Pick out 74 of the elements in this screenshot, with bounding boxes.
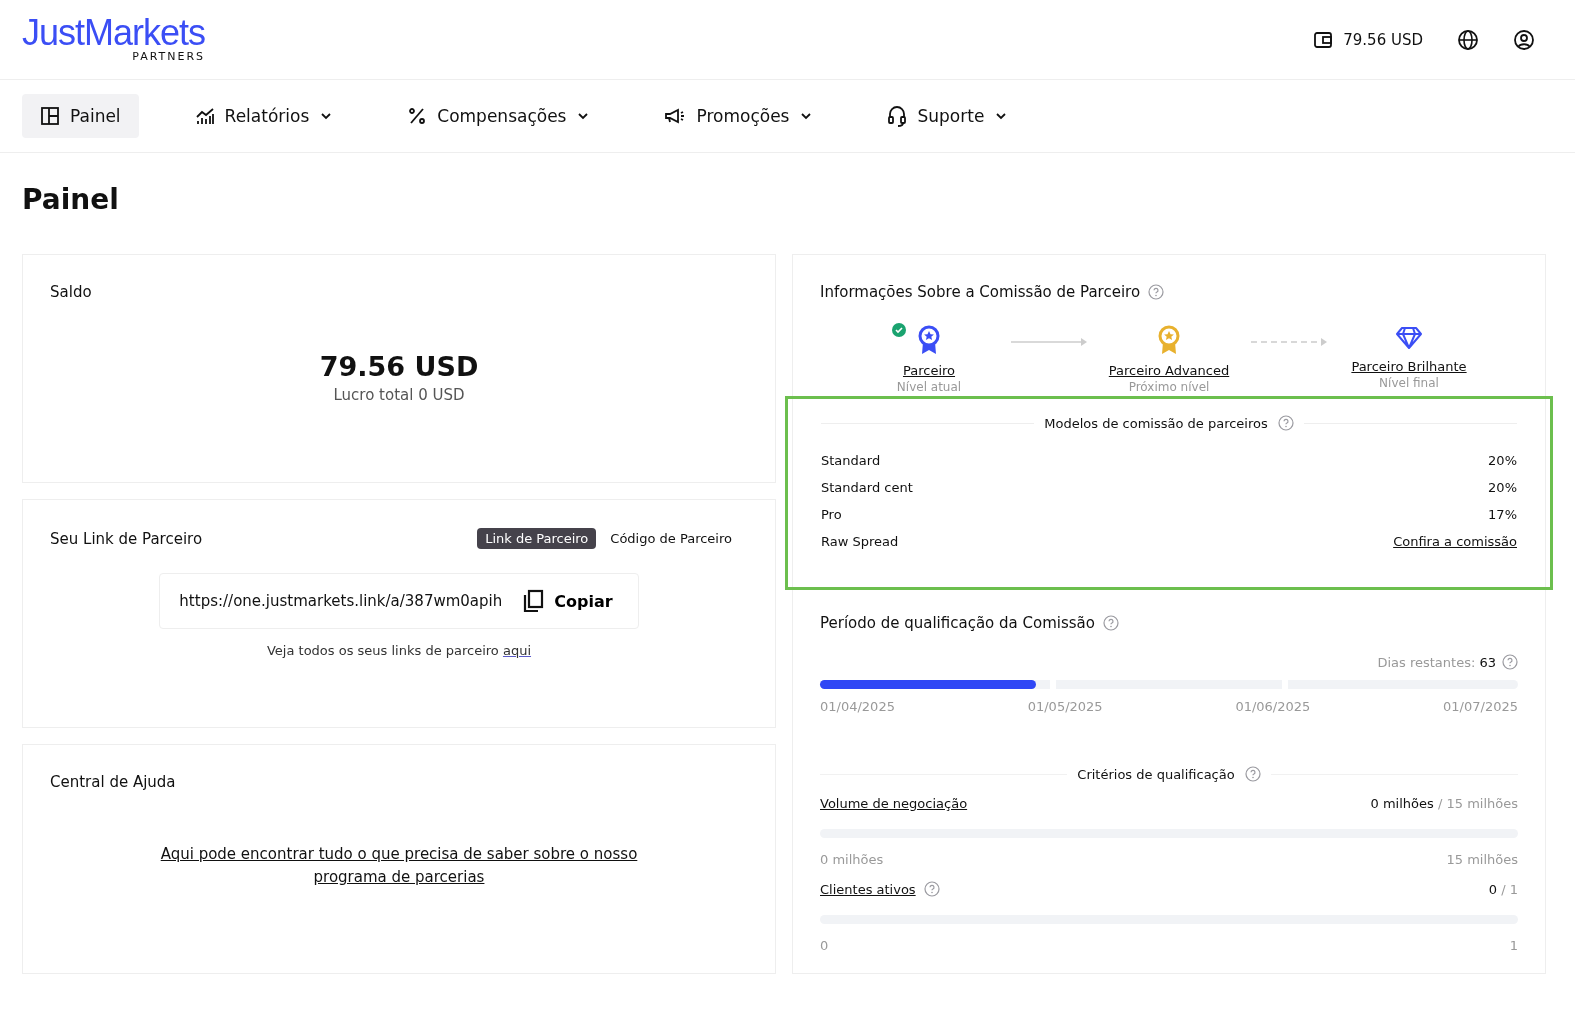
page-title: Painel (21, 182, 120, 218)
help-icon[interactable] (1148, 284, 1165, 300)
chart-icon (194, 106, 215, 126)
headset-icon (887, 105, 908, 127)
nav-tab[interactable]: Suporte (869, 93, 1027, 139)
balance-amount: 79.56 USD (318, 351, 480, 382)
level-caption: Nível atual (896, 380, 962, 394)
section-title: Período de qualificação da Comissão (820, 614, 1095, 632)
target-value: / 15 milhões (1437, 796, 1518, 811)
copy-button[interactable]: Copiar (516, 588, 619, 614)
nav-tab[interactable]: Relatórios (176, 94, 352, 138)
help-center-link[interactable]: Aqui pode encontrar tudo o que precisa de saber sobre o nosso programa de parcerias (139, 843, 659, 889)
balance-text: 79.56 USD (1343, 30, 1423, 49)
megaphone-icon (664, 106, 687, 126)
date-label: 01/05/2025 (1027, 699, 1103, 714)
model-name: Raw Spread (821, 534, 899, 549)
help-icon[interactable] (1277, 415, 1294, 431)
toggle-tab[interactable]: Link de Parceiro (477, 528, 597, 549)
model-rate: 20% (1488, 480, 1517, 495)
card-title: Informações Sobre a Comissão de Parceiro (820, 283, 1141, 301)
copy-icon (522, 589, 545, 613)
help-icon[interactable] (1103, 615, 1119, 631)
level-caption: Nível final (1379, 376, 1439, 390)
link-field[interactable]: https://one.justmarkets.link/a/387wm0apih Copiar (159, 573, 639, 629)
percent-icon (407, 106, 428, 126)
total-profit: Lucro total 0 USD (332, 386, 466, 404)
help-icon[interactable] (1244, 766, 1261, 782)
date-label: 01/07/2025 (1443, 699, 1518, 714)
level-link[interactable]: Parceiro Brilhante (1351, 359, 1467, 374)
criterion-link[interactable]: Clientes ativos (820, 881, 916, 897)
here-link[interactable]: aqui (502, 643, 532, 658)
layout-icon (40, 106, 60, 126)
diamond-icon (1395, 325, 1423, 351)
user-icon[interactable] (1513, 28, 1535, 51)
commission-link[interactable]: Confira a comissão (1393, 534, 1517, 549)
section-title: Critérios de qualificação (1077, 766, 1235, 782)
arrow-icon (1009, 337, 1089, 347)
nav-tab[interactable]: Painel (22, 94, 139, 138)
logo-text[interactable]: JustMarkets (22, 16, 206, 50)
criterion-link[interactable]: Volume de negociação (820, 796, 968, 811)
model-name: Standard cent (821, 480, 913, 495)
links-note: Veja todos os seus links de parceiro aqui (265, 643, 533, 658)
current-value: 0 milhões (1370, 796, 1434, 811)
current-value: 0 (1488, 881, 1498, 897)
date-label: 01/04/2025 (820, 699, 895, 714)
model-name: Pro (821, 507, 842, 522)
date-label: 01/06/2025 (1235, 699, 1311, 714)
help-icon[interactable] (1502, 654, 1518, 670)
card-title: Central de Ajuda (50, 773, 177, 791)
card-title: Saldo (50, 283, 93, 301)
model-rate: 17% (1488, 507, 1517, 522)
min-label: 0 milhões (820, 852, 884, 867)
logo-subtitle: PARTNERS (132, 50, 206, 63)
globe-icon[interactable] (1457, 28, 1479, 51)
nav-tab[interactable]: Compensações (389, 94, 609, 138)
days-remaining: Dias restantes: 63 (1377, 654, 1496, 670)
wallet-icon (1313, 29, 1334, 50)
medal-icon (1157, 325, 1181, 355)
max-label: 1 (1509, 938, 1518, 953)
min-label: 0 (820, 938, 829, 953)
arrow-icon (1249, 337, 1329, 347)
card-title: Seu Link de Parceiro (50, 529, 203, 548)
ribbon-icon (917, 325, 941, 355)
model-name: Standard (821, 453, 881, 468)
help-icon[interactable] (923, 881, 940, 897)
level-link[interactable]: Parceiro (902, 363, 956, 378)
model-rate: 20% (1488, 453, 1517, 468)
level-link[interactable]: Parceiro Advanced (1108, 363, 1230, 378)
nav-tab[interactable]: Promoções (646, 94, 832, 138)
toggle-tab[interactable]: Código de Parceiro (602, 528, 740, 549)
max-label: 15 milhões (1446, 852, 1518, 867)
target-value: / 1 (1501, 881, 1518, 897)
section-title: Modelos de comissão de parceiros (1044, 415, 1268, 431)
level-caption: Próximo nível (1128, 380, 1210, 394)
